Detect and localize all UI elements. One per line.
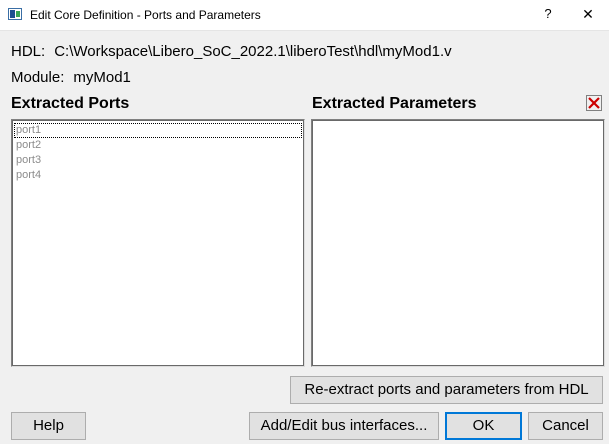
delete-icon[interactable] <box>586 95 602 111</box>
hdl-label: HDL: <box>11 43 46 60</box>
extracted-parameters-heading: Extracted Parameters <box>312 95 477 112</box>
ok-button[interactable]: OK <box>445 412 522 440</box>
hdl-path: C:\Workspace\Libero_SoC_2022.1\liberoTes… <box>54 43 452 60</box>
ports-listbox[interactable]: port1 port2 port3 port4 <box>11 119 305 367</box>
help-title-button[interactable]: ? <box>538 6 558 24</box>
window-title: Edit Core Definition - Ports and Paramet… <box>30 8 261 22</box>
add-edit-bus-interfaces-button[interactable]: Add/Edit bus interfaces... <box>249 412 439 440</box>
list-item[interactable]: port3 <box>14 153 302 168</box>
module-line: Module: myMod1 <box>11 69 131 86</box>
parameters-listbox[interactable] <box>311 119 605 367</box>
module-label: Module: <box>11 69 65 86</box>
reextract-button[interactable]: Re-extract ports and parameters from HDL <box>290 376 603 404</box>
module-name: myMod1 <box>73 69 131 86</box>
app-icon <box>8 8 22 20</box>
list-item[interactable]: port2 <box>14 138 302 153</box>
help-button[interactable]: Help <box>11 412 86 440</box>
list-item[interactable]: port4 <box>14 168 302 183</box>
close-icon[interactable]: ✕ <box>578 6 598 24</box>
hdl-line: HDL: C:\Workspace\Libero_SoC_2022.1\liber… <box>11 43 452 60</box>
title-bar: Edit Core Definition - Ports and Paramet… <box>0 0 609 31</box>
extracted-ports-heading: Extracted Ports <box>11 95 130 112</box>
list-item[interactable]: port1 <box>14 123 302 138</box>
cancel-button[interactable]: Cancel <box>528 412 603 440</box>
